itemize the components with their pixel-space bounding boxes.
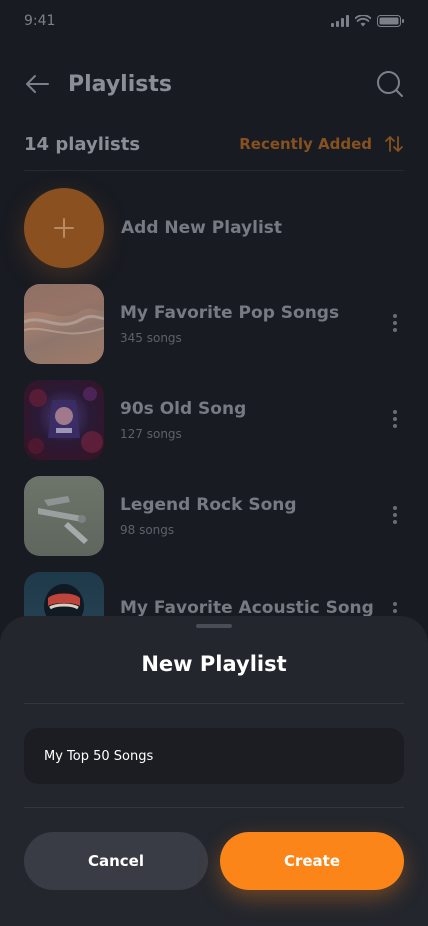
add-new-playlist-row[interactable]: Add New Playlist	[24, 188, 404, 268]
more-options-icon[interactable]	[392, 410, 398, 428]
plus-icon	[54, 218, 74, 238]
sheet-title: New Playlist	[141, 652, 287, 676]
sheet-grabber[interactable]	[196, 624, 232, 628]
page-title: Playlists	[68, 71, 172, 97]
playlist-cover	[24, 476, 104, 556]
playlist-count: 14 playlists	[24, 133, 141, 155]
back-arrow-icon[interactable]	[24, 70, 52, 98]
playlist-name: Legend Rock Song	[120, 495, 297, 515]
playlist-name: My Favorite Pop Songs	[120, 303, 340, 323]
divider	[24, 807, 404, 808]
new-playlist-sheet: New Playlist Cancel Create	[0, 616, 428, 926]
search-icon[interactable]	[376, 70, 404, 98]
divider	[24, 703, 404, 704]
playlist-name: 90s Old Song	[120, 399, 247, 419]
playlist-song-count: 345 songs	[120, 331, 182, 345]
list-item[interactable]: 90s Old Song 127 songs	[24, 380, 404, 460]
status-icons	[331, 15, 404, 27]
battery-icon	[377, 15, 404, 27]
list-toolbar: 14 playlists Recently Added	[24, 132, 404, 156]
add-playlist-label: Add New Playlist	[121, 218, 283, 238]
signal-icon	[331, 15, 349, 27]
list-item[interactable]: Legend Rock Song 98 songs	[24, 476, 404, 556]
sort-arrows-icon[interactable]	[384, 134, 404, 154]
playlist-name-input[interactable]	[24, 728, 404, 784]
status-bar: 9:41	[0, 0, 428, 44]
create-button[interactable]: Create	[220, 832, 404, 890]
playlist-name: My Favorite Acoustic Song	[120, 598, 374, 618]
more-options-icon[interactable]	[392, 314, 398, 332]
playlist-list: Add New Playlist My Favorite Pop Songs 3…	[24, 188, 404, 652]
header: Playlists	[24, 62, 404, 106]
playlist-cover	[24, 380, 104, 460]
wifi-icon	[355, 15, 371, 27]
playlist-song-count: 127 songs	[120, 427, 182, 441]
list-item[interactable]: My Favorite Pop Songs 345 songs	[24, 284, 404, 364]
playlist-cover	[24, 284, 104, 364]
sort-selector[interactable]: Recently Added	[239, 135, 372, 153]
cancel-button[interactable]: Cancel	[24, 832, 208, 890]
divider	[24, 170, 404, 171]
playlist-song-count: 98 songs	[120, 523, 175, 537]
status-time: 9:41	[24, 13, 56, 29]
add-playlist-button[interactable]	[24, 188, 104, 268]
more-options-icon[interactable]	[392, 506, 398, 524]
playlists-screen: 9:41 Playlists 14 playlists Recently Add…	[0, 0, 428, 926]
